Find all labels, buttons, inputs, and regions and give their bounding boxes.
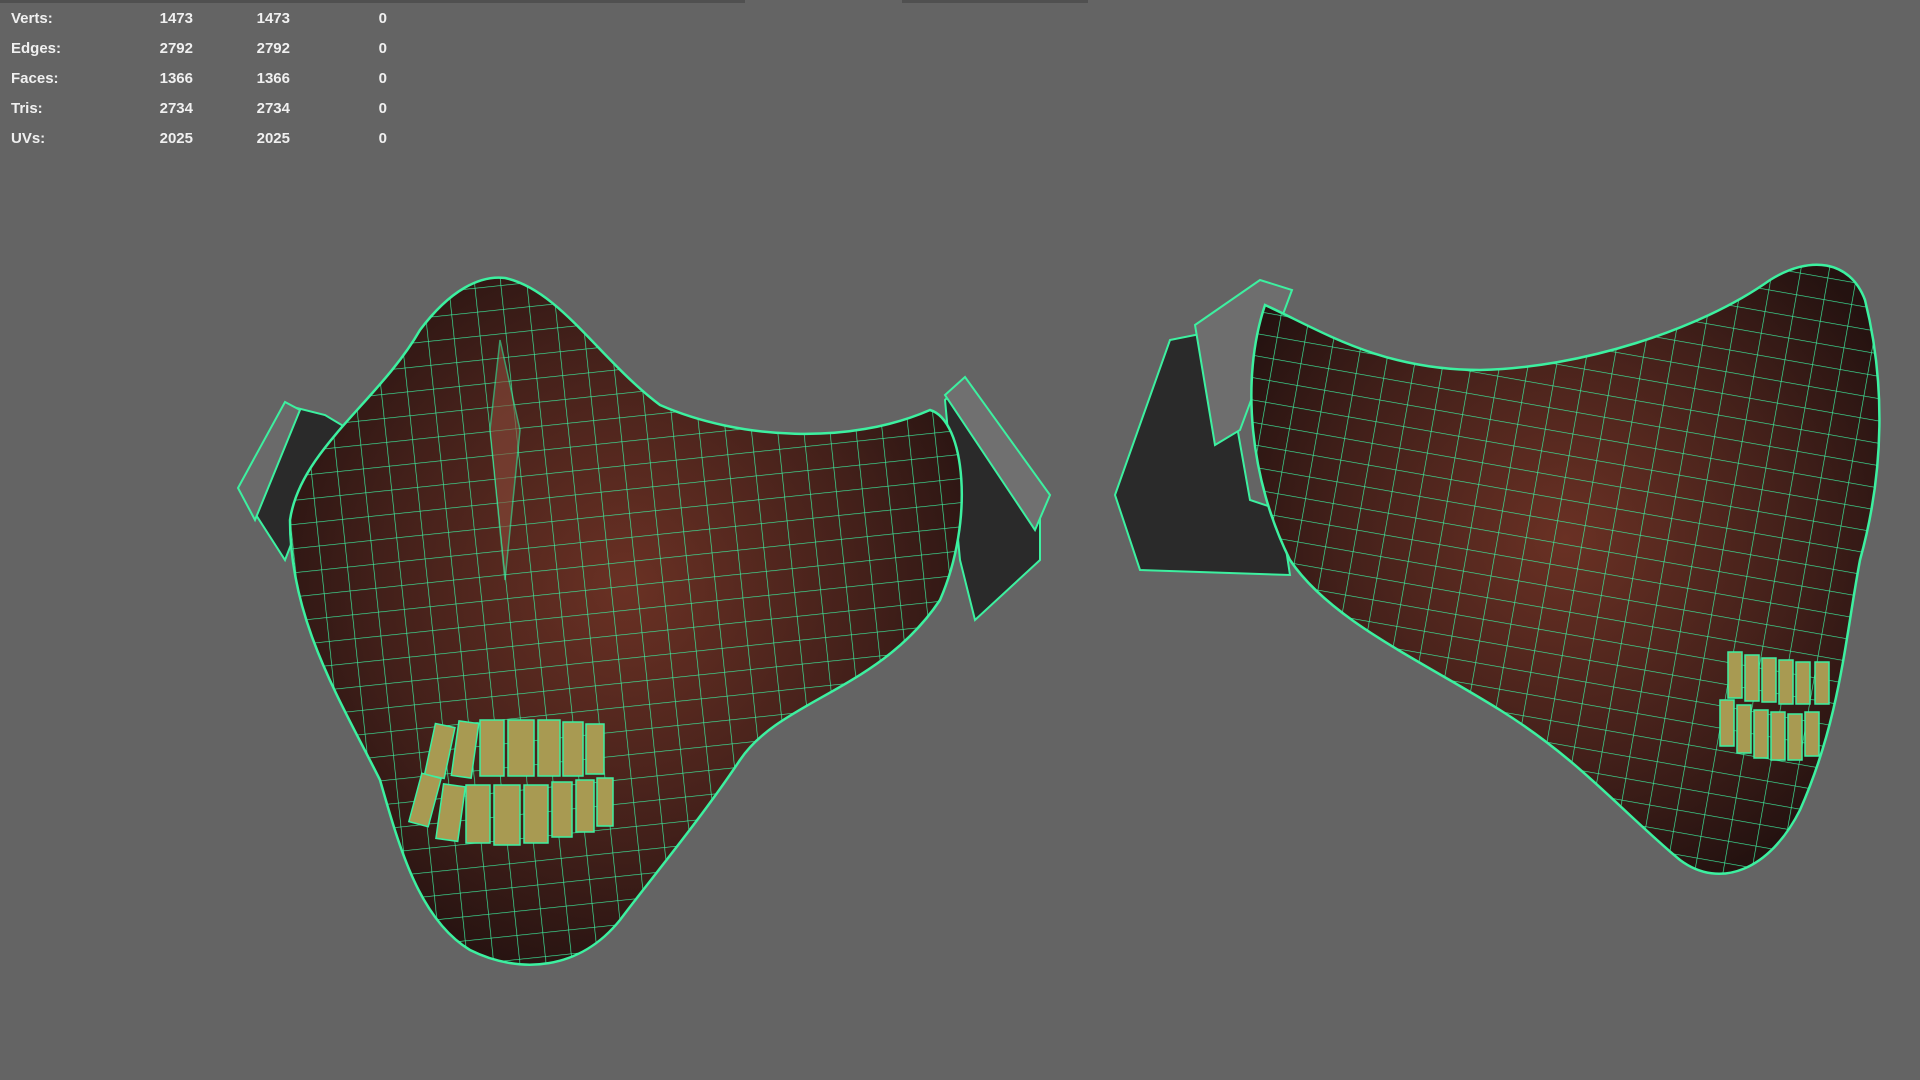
3d-viewport[interactable]: [0, 0, 1920, 1080]
wireframe-overlay: [1251, 264, 1880, 874]
mask-model-front-view[interactable]: [236, 276, 1052, 966]
wireframe-overlay: [290, 277, 962, 965]
mask-model-side-view[interactable]: [1113, 263, 1881, 875]
